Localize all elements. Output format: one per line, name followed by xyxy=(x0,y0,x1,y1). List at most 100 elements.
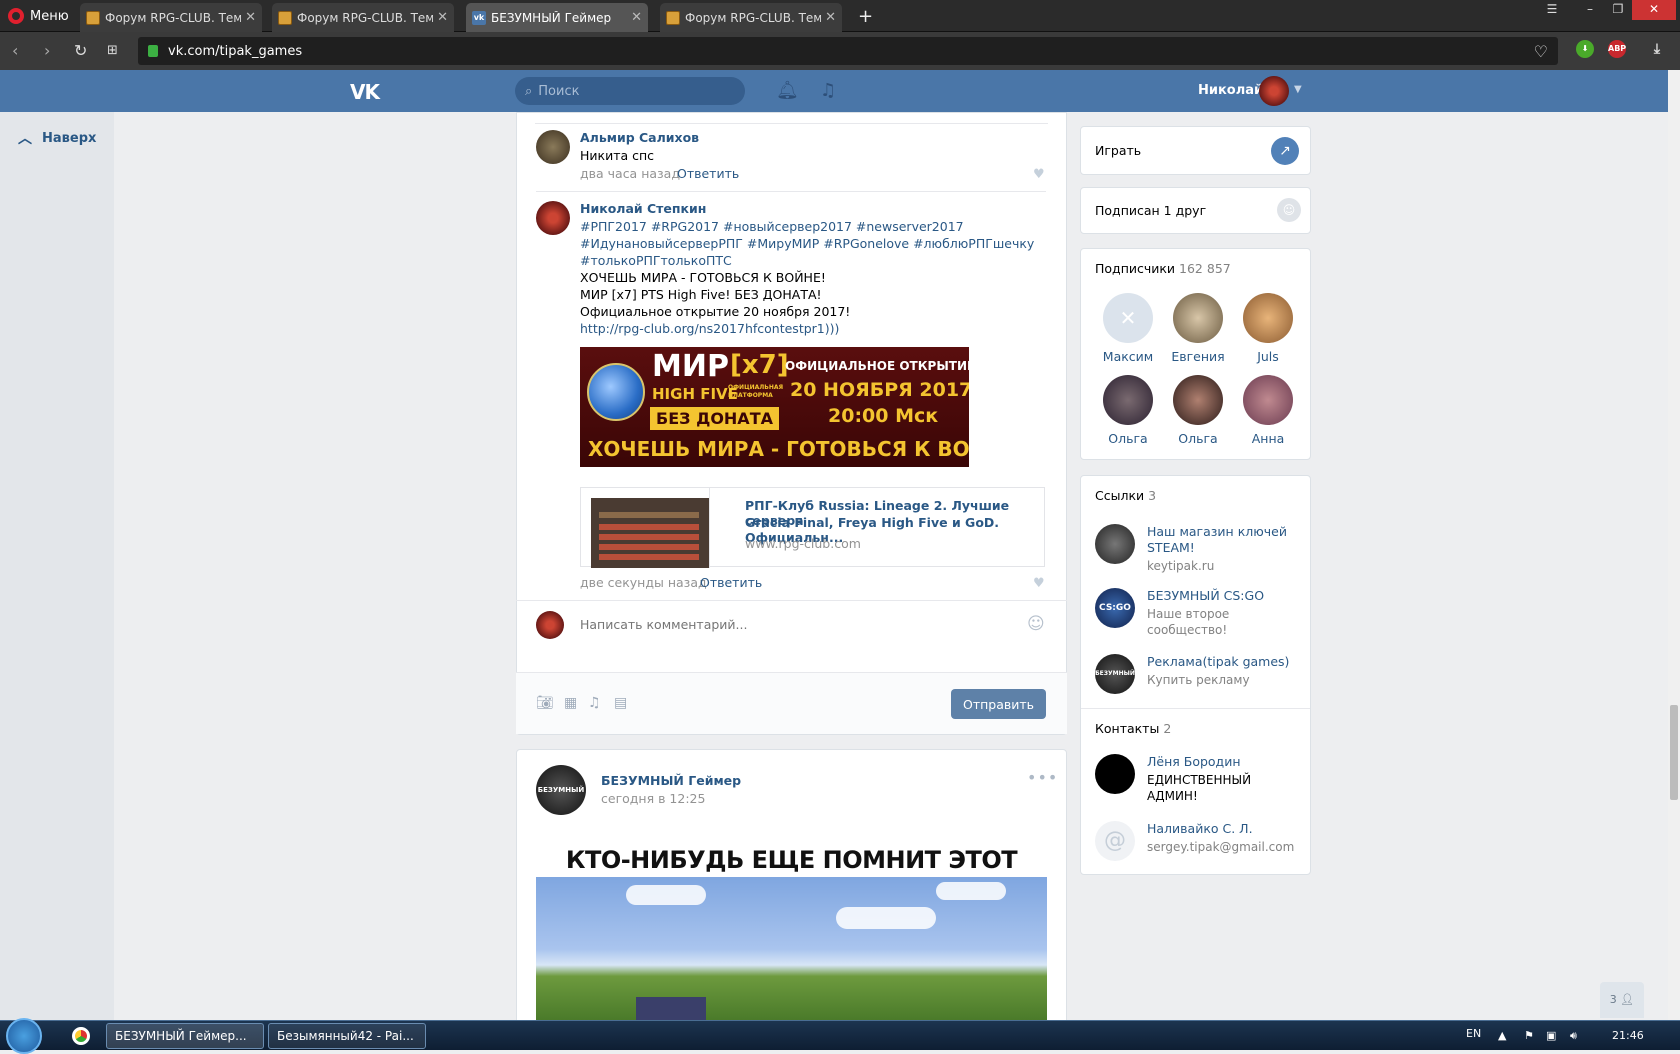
contact-name[interactable]: Лёня Бородин xyxy=(1147,754,1297,770)
contacts-title[interactable]: Контакты xyxy=(1095,721,1159,736)
comment-input[interactable] xyxy=(580,612,1000,636)
user-avatar[interactable] xyxy=(1259,76,1289,106)
speed-dial-icon[interactable]: ⊞ xyxy=(107,43,118,58)
close-tab-icon[interactable]: ✕ xyxy=(631,10,642,25)
adblock-icon[interactable]: ABP xyxy=(1608,40,1626,58)
bell-icon[interactable]: 🔔︎ xyxy=(776,80,799,101)
browser-tab-active[interactable]: vk БЕЗУМНЫЙ Геймер ✕ xyxy=(466,3,648,32)
link-avatar: БЕЗУМНЫЙ xyxy=(1095,654,1135,694)
contact-item[interactable]: Лёня Бородин ЕДИНСТВЕННЫЙ АДМИН! xyxy=(1095,754,1297,804)
search-box[interactable]: ⌕ xyxy=(515,77,745,105)
music-icon[interactable]: ♫ xyxy=(588,695,601,711)
network-icon[interactable]: ▣ xyxy=(1546,1029,1556,1042)
minimize-icon[interactable]: – xyxy=(1576,0,1604,20)
subscriber[interactable]: ✕ Максим xyxy=(1097,293,1159,364)
link-item[interactable]: CS:GO БЕЗУМНЫЙ CS:GO Наше второе сообщес… xyxy=(1095,588,1297,638)
close-tab-icon[interactable]: ✕ xyxy=(437,10,448,25)
chevron-down-icon[interactable]: ▼ xyxy=(1294,84,1302,95)
chrome-icon[interactable] xyxy=(72,1027,90,1045)
subscriber[interactable]: Евгения xyxy=(1167,293,1229,364)
friends-subscribed-widget[interactable]: Подписан 1 друг ☺ xyxy=(1080,187,1311,234)
post-image[interactable]: КТО-НИБУДЬ ЕЩЕ ПОМНИТ ЭТОТ ШЕДЕВР? xyxy=(536,835,1047,1030)
url-field[interactable]: vk.com/tipak_games ♡ xyxy=(138,37,1558,65)
opera-menu-button[interactable]: Меню xyxy=(8,6,69,26)
subscriber[interactable]: Ольга xyxy=(1097,375,1159,446)
link-item[interactable]: БЕЗУМНЫЙ Реклама(tipak games) Купить рек… xyxy=(1095,654,1297,694)
chat-widget-button[interactable]: 3 👤︎ xyxy=(1600,982,1644,1018)
bookmark-heart-icon[interactable]: ♡ xyxy=(1534,42,1548,61)
comment-time[interactable]: две секунды назад xyxy=(580,575,707,590)
link-preview-card[interactable]: РПГ-Клуб Russia: Lineage 2. Лучшие серве… xyxy=(580,487,1045,568)
camera-icon[interactable]: 📷︎ xyxy=(536,695,554,711)
page-scrollbar[interactable] xyxy=(1668,70,1680,1020)
browser-tab[interactable]: Форум RPG-CLUB. Тема: I ✕ xyxy=(80,3,262,32)
link-title[interactable]: Наш магазин ключей STEAM! xyxy=(1147,524,1297,556)
browser-tab[interactable]: Форум RPG-CLUB. Тема: I ✕ xyxy=(660,3,842,32)
browser-tab[interactable]: Форум RPG-CLUB. Тема: I ✕ xyxy=(272,3,454,32)
video-icon[interactable]: ▦ xyxy=(564,695,577,711)
scroll-top-button[interactable]: ︿ Наверх xyxy=(18,128,96,148)
document-icon[interactable]: ▤ xyxy=(614,695,627,711)
volume-icon[interactable]: 🔊︎ xyxy=(1570,1029,1577,1043)
close-tab-icon[interactable]: ✕ xyxy=(245,10,256,25)
music-icon[interactable]: ♫ xyxy=(820,80,836,101)
hashtags[interactable]: #толькоРПГтолькоПТС xyxy=(580,252,732,269)
close-tab-icon[interactable]: ✕ xyxy=(825,10,836,25)
comment-author[interactable]: Николай Степкин xyxy=(580,201,706,216)
banner-time: 20:00 Мск xyxy=(828,405,939,427)
play-widget[interactable]: Играть ↗ xyxy=(1080,126,1311,175)
user-name[interactable]: Николай xyxy=(1198,83,1263,98)
menu-lines-icon[interactable]: ☰ xyxy=(1538,0,1566,20)
reply-link[interactable]: Ответить xyxy=(700,575,762,590)
forward-icon[interactable]: › xyxy=(44,41,50,60)
emoji-icon[interactable]: ☺ xyxy=(1027,614,1045,634)
comment-text: МИР [x7] PTS High Five! БЕЗ ДОНАТА! xyxy=(580,287,822,302)
link-avatar xyxy=(1095,524,1135,564)
contact-name[interactable]: Наливайко С. Л. xyxy=(1147,821,1297,837)
new-tab-icon[interactable]: + xyxy=(858,6,873,27)
more-options-icon[interactable]: ••• xyxy=(1027,768,1058,787)
clock[interactable]: 21:46 xyxy=(1612,1029,1644,1042)
like-heart-icon[interactable]: ♥ xyxy=(1033,576,1045,591)
restore-icon[interactable]: ❐ xyxy=(1604,0,1632,20)
links-title[interactable]: Ссылки xyxy=(1095,488,1144,503)
link-title[interactable]: Реклама(tipak games) xyxy=(1147,654,1297,670)
contact-item[interactable]: @ Наливайко С. Л. sergey.tipak@gmail.com xyxy=(1095,821,1297,861)
back-icon[interactable]: ‹ xyxy=(12,41,18,60)
reply-link[interactable]: Ответить xyxy=(677,166,739,181)
post-author[interactable]: БЕЗУМНЫЙ Геймер xyxy=(601,773,741,788)
downloads-icon[interactable]: ⤓ xyxy=(1648,40,1666,58)
taskbar-item[interactable]: БЕЗУМНЫЙ Геймер... xyxy=(106,1023,264,1049)
hashtags[interactable]: #РПГ2017 #RPG2017 #новыйсервер2017 #news… xyxy=(580,218,964,235)
subscribers-title[interactable]: Подписчики xyxy=(1095,261,1175,276)
comment-author[interactable]: Альмир Салихов xyxy=(580,130,699,145)
subscriber[interactable]: Juls xyxy=(1237,293,1299,364)
hashtags[interactable]: #ИдунановыйсерверРПГ #МируМИР #RPGonelov… xyxy=(580,235,1034,252)
links-count: 3 xyxy=(1148,488,1157,503)
comment-time[interactable]: два часа назад xyxy=(580,166,680,181)
external-arrow-icon[interactable]: ↗ xyxy=(1271,137,1299,165)
post-avatar[interactable]: БЕЗУМНЫЙ xyxy=(536,765,586,815)
reload-icon[interactable]: ↻ xyxy=(74,41,87,60)
search-input[interactable] xyxy=(538,83,719,99)
close-window-icon[interactable]: ✕ xyxy=(1632,0,1676,20)
like-heart-icon[interactable]: ♥ xyxy=(1033,167,1045,182)
scrollbar-thumb[interactable] xyxy=(1670,705,1678,800)
promo-banner-image[interactable]: МИР [x7] HIGH FIVE ОФИЦИАЛЬНАЯ ПЛАТФОРМА… xyxy=(580,347,969,467)
tray-expand-icon[interactable]: ▲ xyxy=(1498,1029,1506,1042)
link-title[interactable]: БЕЗУМНЫЙ CS:GO xyxy=(1147,588,1297,604)
comment-avatar[interactable] xyxy=(536,130,570,164)
subscriber[interactable]: Ольга xyxy=(1167,375,1229,446)
flag-icon[interactable]: ⚑ xyxy=(1524,1029,1534,1042)
download-arrow-icon[interactable]: ⬇ xyxy=(1576,40,1594,58)
taskbar-item[interactable]: Безымянный42 - Pai... xyxy=(268,1023,426,1049)
subscriber[interactable]: Анна xyxy=(1237,375,1299,446)
start-button-icon[interactable] xyxy=(6,1018,42,1054)
language-indicator[interactable]: EN xyxy=(1466,1027,1481,1040)
post-time[interactable]: сегодня в 12:25 xyxy=(601,791,705,806)
send-button[interactable]: Отправить xyxy=(951,689,1046,719)
link-item[interactable]: Наш магазин ключей STEAM! keytipak.ru xyxy=(1095,524,1297,574)
comment-url-link[interactable]: http://rpg-club.org/ns2017hfcontestpr1))… xyxy=(580,320,839,337)
vk-logo-icon[interactable]: VK xyxy=(350,80,380,104)
comment-avatar[interactable] xyxy=(536,201,570,235)
